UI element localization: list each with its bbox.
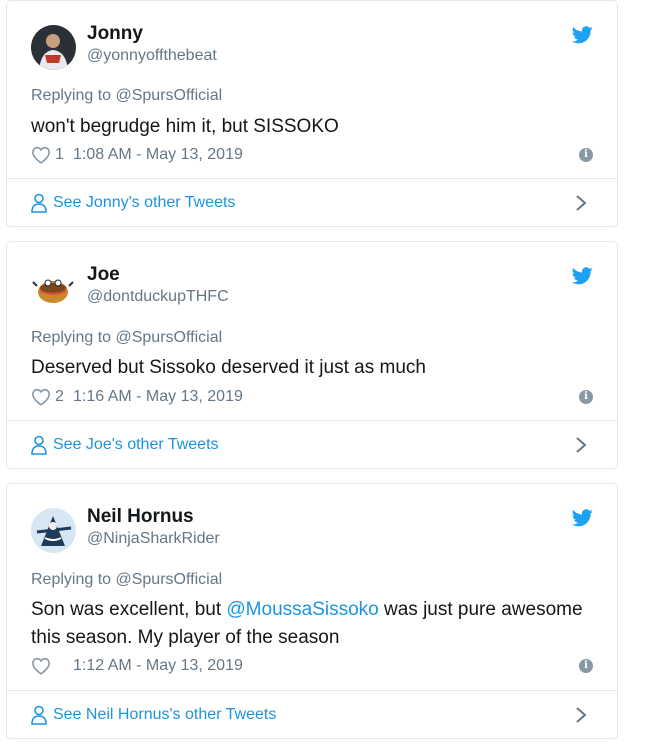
info-icon[interactable]: i xyxy=(579,390,593,404)
tweet-text: Deserved but Sissoko deserved it just as… xyxy=(31,357,426,378)
tweet-body: Neil Hornus @NinjaSharkRider Replying to… xyxy=(7,484,617,692)
like-count: 2 xyxy=(55,388,64,405)
tweet-meta: 2 1:16 AM - May 13, 2019 i xyxy=(31,387,593,407)
twitter-bird-icon[interactable] xyxy=(572,267,593,285)
see-other-tweets-link[interactable]: See Jonny's other Tweets xyxy=(7,178,617,226)
twitter-bird-icon[interactable] xyxy=(572,26,593,44)
tweet-text-part: Son was excellent, but xyxy=(31,599,227,620)
author-handle[interactable]: @NinjaSharkRider xyxy=(87,530,220,548)
info-icon[interactable]: i xyxy=(579,659,593,673)
author-handle[interactable]: @dontduckupTHFC xyxy=(87,288,229,306)
tweet-body: Jonny @yonnyoffthebeat Replying to @Spur… xyxy=(7,1,617,180)
heart-icon[interactable] xyxy=(31,388,51,406)
replying-to[interactable]: Replying to @SpursOfficial xyxy=(31,87,222,105)
tweet-timestamp[interactable]: 1:16 AM - May 13, 2019 xyxy=(73,388,243,406)
author-handle[interactable]: @yonnyoffthebeat xyxy=(87,47,217,65)
tweet-timestamp[interactable]: 1:08 AM - May 13, 2019 xyxy=(73,146,243,164)
heart-icon[interactable] xyxy=(31,146,51,164)
tweet-meta: 1 1:08 AM - May 13, 2019 i xyxy=(31,145,593,165)
avatar[interactable] xyxy=(31,266,76,311)
tweet-card: Joe @dontduckupTHFC Replying to @SpursOf… xyxy=(6,241,618,469)
tweet-text: Son was excellent, but @MoussaSissoko wa… xyxy=(31,596,587,652)
like-count: 1 xyxy=(55,146,64,163)
user-icon xyxy=(31,705,47,725)
see-other-tweets-label[interactable]: See Joe's other Tweets xyxy=(53,436,219,454)
author-name[interactable]: Joe xyxy=(87,264,120,286)
chevron-right-icon[interactable] xyxy=(575,706,587,724)
see-other-tweets-label[interactable]: See Jonny's other Tweets xyxy=(53,194,235,212)
tweet-timestamp[interactable]: 1:12 AM - May 13, 2019 xyxy=(73,657,243,675)
author-name[interactable]: Jonny xyxy=(87,23,143,45)
avatar[interactable] xyxy=(31,508,76,553)
replying-to[interactable]: Replying to @SpursOfficial xyxy=(31,329,222,347)
author-name[interactable]: Neil Hornus xyxy=(87,506,194,528)
user-icon xyxy=(31,435,47,455)
tweet-meta: 1:12 AM - May 13, 2019 i xyxy=(31,656,593,676)
see-other-tweets-label[interactable]: See Neil Hornus's other Tweets xyxy=(53,706,276,724)
info-icon[interactable]: i xyxy=(579,148,593,162)
twitter-bird-icon[interactable] xyxy=(572,509,593,527)
mention-link[interactable]: @MoussaSissoko xyxy=(226,599,378,620)
user-icon xyxy=(31,193,47,213)
avatar[interactable] xyxy=(31,25,76,70)
chevron-right-icon[interactable] xyxy=(575,194,587,212)
see-other-tweets-link[interactable]: See Joe's other Tweets xyxy=(7,420,617,468)
tweet-card: Jonny @yonnyoffthebeat Replying to @Spur… xyxy=(6,0,618,227)
tweet-body: Joe @dontduckupTHFC Replying to @SpursOf… xyxy=(7,242,617,422)
heart-icon[interactable] xyxy=(31,657,51,675)
tweet-text: won't begrudge him it, but SISSOKO xyxy=(31,116,339,137)
tweet-card: Neil Hornus @NinjaSharkRider Replying to… xyxy=(6,483,618,739)
see-other-tweets-link[interactable]: See Neil Hornus's other Tweets xyxy=(7,690,617,738)
replying-to[interactable]: Replying to @SpursOfficial xyxy=(31,571,222,589)
chevron-right-icon[interactable] xyxy=(575,436,587,454)
